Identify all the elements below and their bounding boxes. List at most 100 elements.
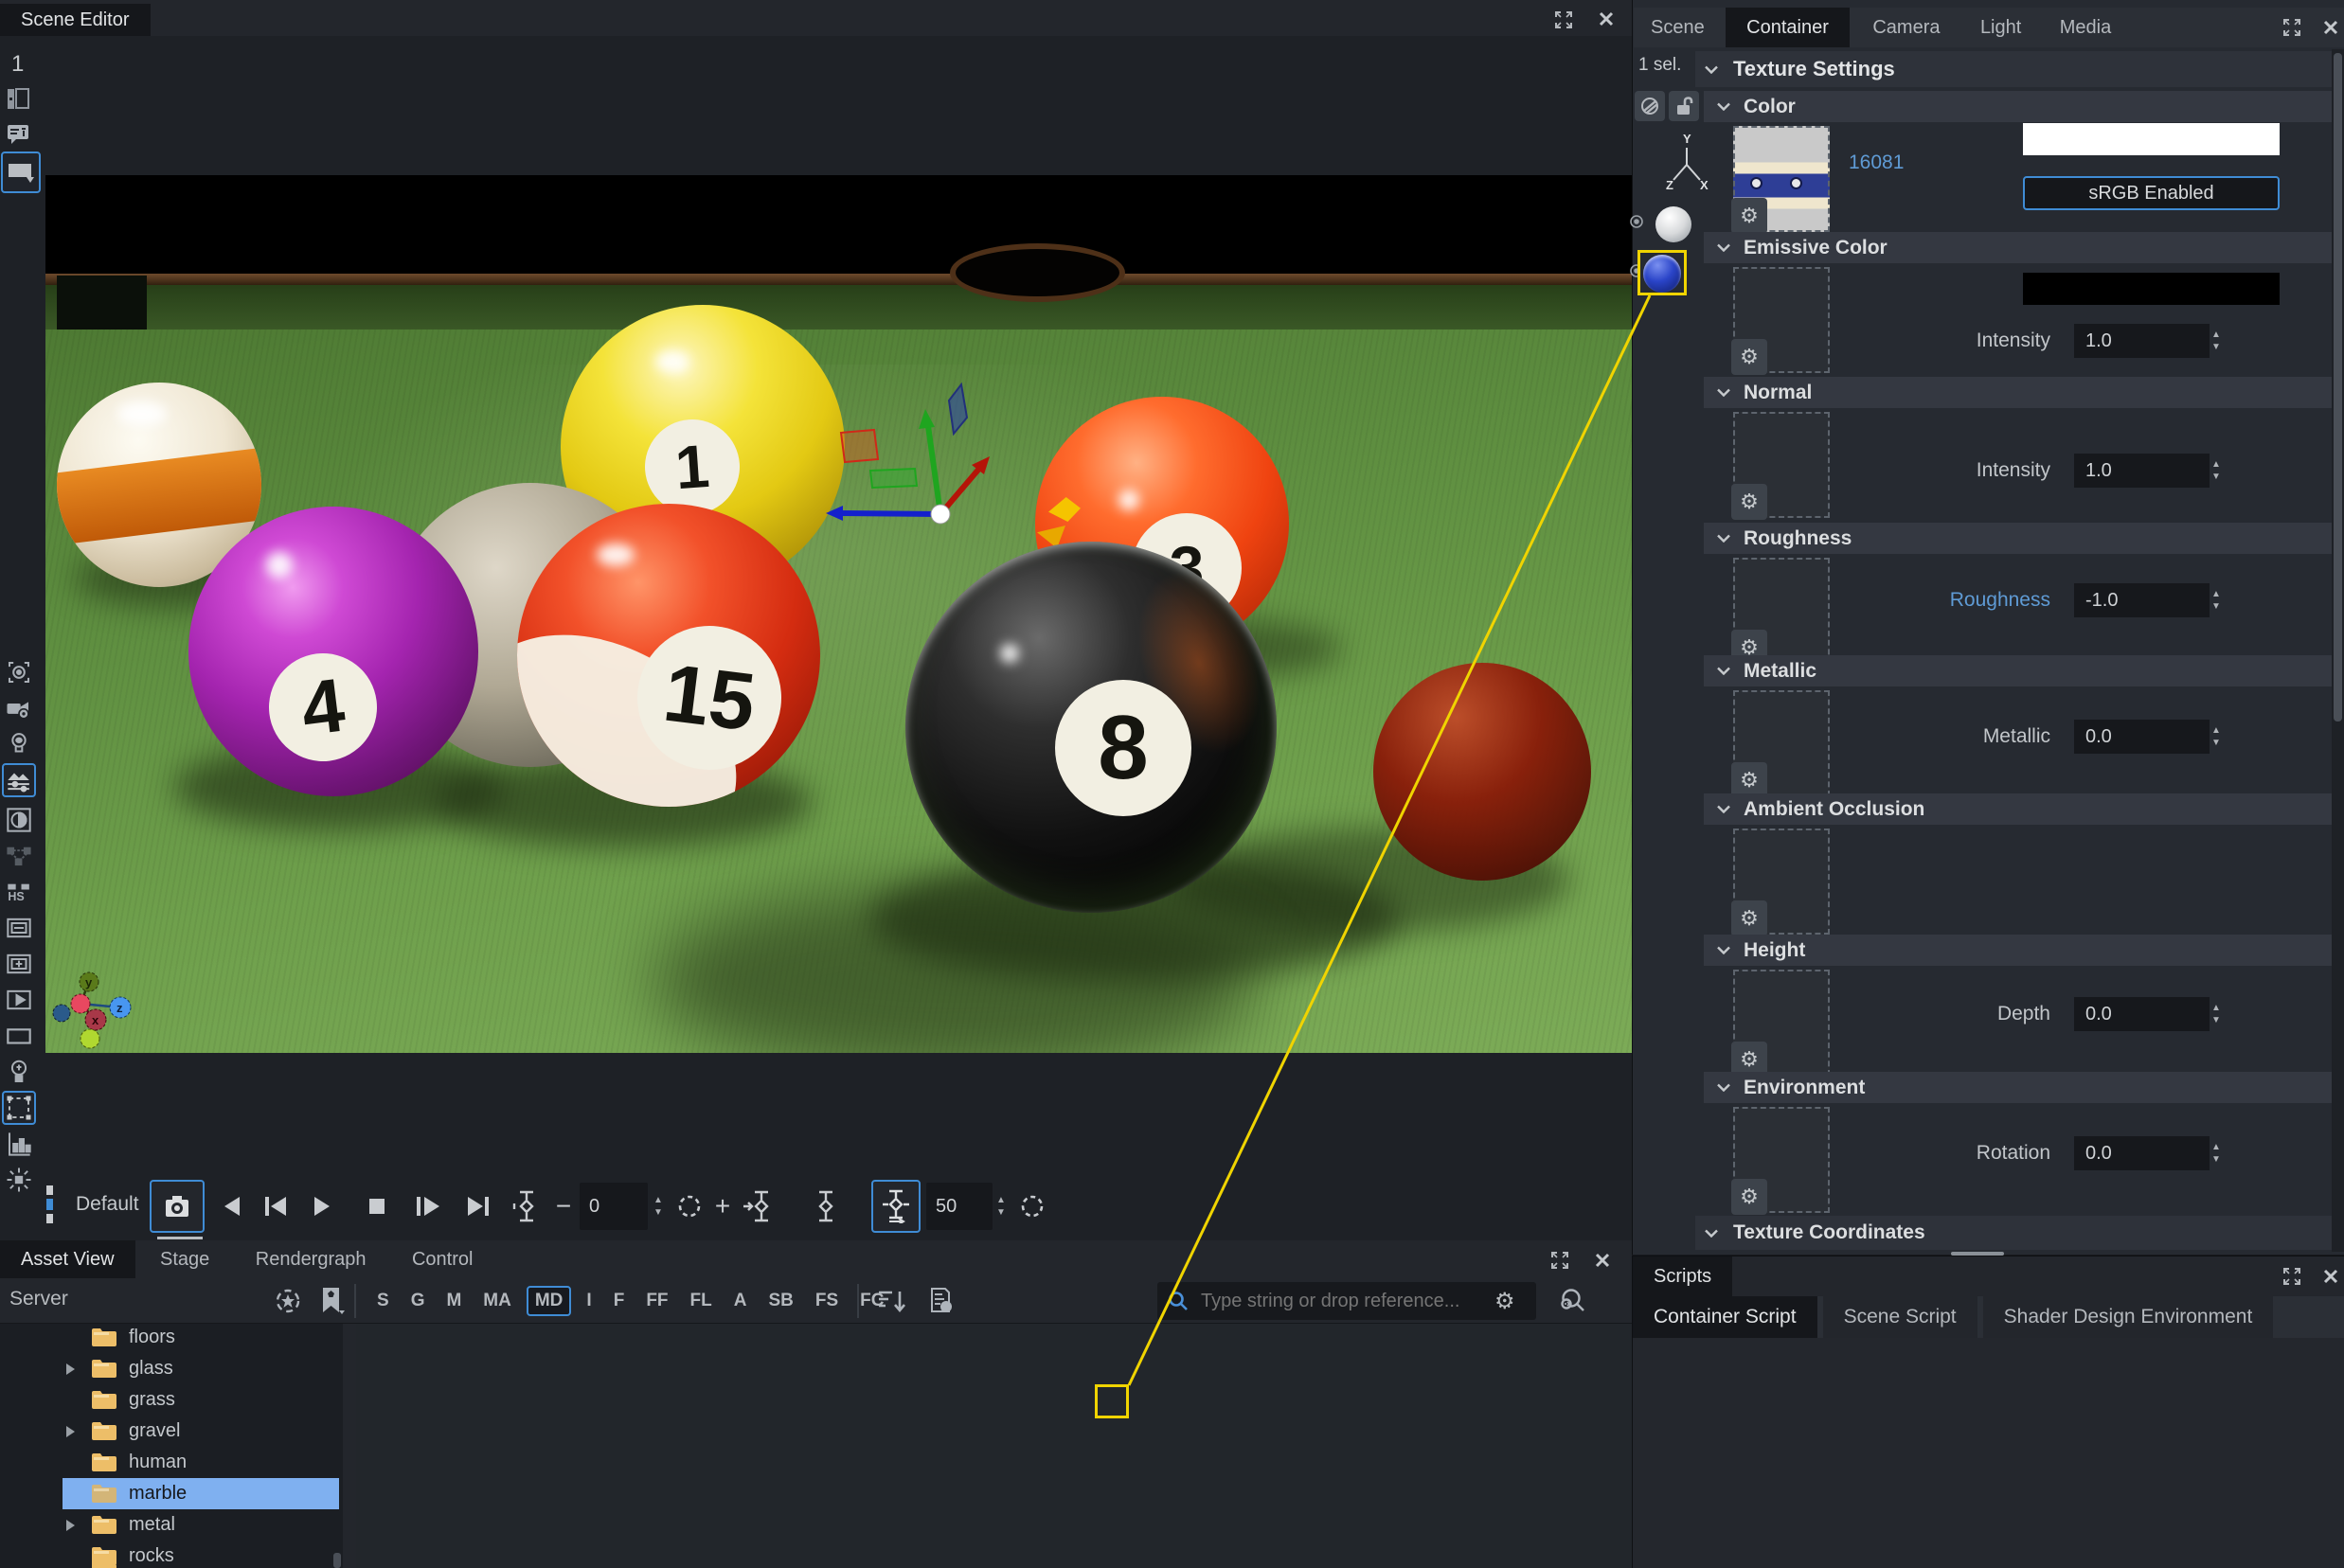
- texture-id-link[interactable]: 16081: [1849, 151, 1904, 174]
- section-emissive-color[interactable]: Emissive Color: [1704, 232, 2332, 263]
- search-settings-gear-icon[interactable]: ⚙: [1494, 1288, 1515, 1315]
- section-ambient-occlusion[interactable]: Ambient Occlusion: [1704, 793, 2332, 825]
- info-tooltip-icon[interactable]: [2, 117, 36, 151]
- filter-i[interactable]: I: [586, 1291, 591, 1311]
- filter-a[interactable]: A: [734, 1291, 747, 1311]
- tab-scene-script[interactable]: Scene Script: [1823, 1296, 1977, 1338]
- transform-gizmo[interactable]: [756, 355, 1040, 563]
- color-texture-gear-icon[interactable]: ⚙: [1731, 198, 1767, 234]
- play-backwards-button[interactable]: [210, 1185, 252, 1227]
- step-forward-button[interactable]: [405, 1185, 447, 1227]
- filter-g[interactable]: G: [411, 1291, 425, 1311]
- render-view[interactable]: 1 4 15 3: [45, 175, 1632, 1053]
- metallic-value-spinner[interactable]: ▲▼: [2211, 720, 2234, 754]
- record-snapshot-button[interactable]: [150, 1180, 205, 1233]
- section-color[interactable]: Color: [1704, 91, 2332, 122]
- tab-shader-design-environment[interactable]: Shader Design Environment: [1983, 1296, 2274, 1338]
- folder-row-floors[interactable]: floors: [0, 1324, 343, 1353]
- section-normal[interactable]: Normal: [1704, 377, 2332, 408]
- folder-row-rocks[interactable]: rocks: [0, 1541, 343, 1568]
- center-pivot-icon[interactable]: [2, 1163, 36, 1197]
- filter-fl[interactable]: FL: [690, 1291, 712, 1311]
- tab-camera[interactable]: Camera: [1853, 8, 1959, 47]
- filter-f[interactable]: F: [614, 1291, 625, 1311]
- sort-icon[interactable]: [876, 1288, 908, 1314]
- frame-icon[interactable]: [2, 1019, 36, 1053]
- stop-button[interactable]: [356, 1185, 398, 1227]
- lightbulb-icon[interactable]: [2, 1055, 36, 1089]
- layout-icon[interactable]: [2, 81, 36, 116]
- normal-intensity-field[interactable]: 1.0: [2074, 454, 2210, 488]
- bookmark-icon[interactable]: [318, 1286, 347, 1316]
- statistics-icon[interactable]: [2, 1127, 36, 1161]
- asset-info-icon[interactable]: i: [926, 1286, 955, 1316]
- scene-editor-expand-icon[interactable]: [1553, 9, 1574, 30]
- tab-container[interactable]: Container: [1726, 8, 1850, 47]
- inspector-close-icon[interactable]: [2321, 18, 2340, 37]
- filter-s[interactable]: S: [377, 1291, 389, 1311]
- emissive-intensity-field[interactable]: 1.0: [2074, 324, 2210, 358]
- folder-row-marble-selected[interactable]: marble: [63, 1478, 339, 1509]
- speed-spinner[interactable]: ▲▼: [996, 1185, 1006, 1227]
- auto-key-button[interactable]: [871, 1180, 921, 1233]
- tab-scripts[interactable]: Scripts: [1633, 1256, 1732, 1296]
- expand-arrow-icon[interactable]: [66, 1520, 75, 1531]
- scripts-editor-body[interactable]: [1633, 1338, 2344, 1568]
- frame-spinner[interactable]: ▲▼: [653, 1185, 663, 1227]
- asset-panel-close-icon[interactable]: [1593, 1251, 1612, 1270]
- speed-field[interactable]: 50: [926, 1183, 993, 1230]
- folder-row-human[interactable]: human: [0, 1447, 343, 1478]
- contrast-icon[interactable]: [2, 803, 36, 837]
- inspector-scrollbar-thumb[interactable]: [2334, 53, 2342, 722]
- tree-splitter[interactable]: [343, 1324, 356, 1568]
- emissive-intensity-spinner[interactable]: ▲▼: [2211, 324, 2234, 358]
- srgb-toggle-button[interactable]: sRGB Enabled: [2023, 176, 2280, 210]
- filter-m[interactable]: M: [446, 1291, 461, 1311]
- folder-row-gravel[interactable]: gravel: [0, 1416, 343, 1447]
- scripts-expand-icon[interactable]: [2281, 1266, 2302, 1287]
- keyframe-range-icon[interactable]: [508, 1185, 546, 1227]
- height-depth-spinner[interactable]: ▲▼: [2211, 997, 2234, 1031]
- folder-row-glass[interactable]: glass: [0, 1353, 343, 1384]
- lock-button[interactable]: [1669, 91, 1699, 121]
- expand-arrow-icon[interactable]: [66, 1426, 75, 1437]
- render-settings-icon[interactable]: [2, 763, 36, 797]
- next-keyframe-icon[interactable]: [737, 1185, 777, 1227]
- tab-stage[interactable]: Stage: [139, 1240, 230, 1278]
- axis-tripod-gizmo[interactable]: Y Z X: [1665, 133, 1709, 195]
- filter-ma[interactable]: MA: [483, 1291, 511, 1311]
- filter-md[interactable]: MD: [527, 1286, 572, 1316]
- panel-add-icon[interactable]: [2, 947, 36, 981]
- tab-asset-view[interactable]: Asset View: [0, 1240, 135, 1278]
- asset-panel-expand-icon[interactable]: [1549, 1250, 1570, 1271]
- tab-scene[interactable]: Scene: [1634, 8, 1722, 47]
- loop-icon-2[interactable]: [1013, 1185, 1051, 1227]
- tab-light[interactable]: Light: [1963, 8, 2038, 47]
- roughness-value-spinner[interactable]: ▲▼: [2211, 583, 2234, 617]
- section-texture-coordinates[interactable]: Texture Coordinates: [1695, 1216, 2332, 1250]
- frame-decrement-button[interactable]: −: [549, 1185, 578, 1227]
- section-metallic[interactable]: Metallic: [1704, 655, 2332, 686]
- scripts-close-icon[interactable]: [2321, 1267, 2340, 1286]
- color-swatch[interactable]: [2023, 123, 2280, 155]
- frame-increment-button[interactable]: +: [708, 1185, 737, 1227]
- environment-rotation-spinner[interactable]: ▲▼: [2211, 1136, 2234, 1170]
- normal-intensity-spinner[interactable]: ▲▼: [2211, 454, 2234, 488]
- refresh-favorites-icon[interactable]: [273, 1286, 303, 1316]
- selection-marquee-icon[interactable]: [2, 1091, 36, 1125]
- height-depth-field[interactable]: 0.0: [2074, 997, 2210, 1031]
- tree-scrollbar-thumb[interactable]: [333, 1553, 341, 1568]
- folder-row-metal[interactable]: metal: [0, 1509, 343, 1541]
- material-radio-1[interactable]: [1629, 214, 1644, 229]
- camera-focus-icon[interactable]: [2, 655, 36, 689]
- skip-to-start-button[interactable]: [254, 1185, 295, 1227]
- normal-texture-gear-icon[interactable]: ⚙: [1731, 484, 1767, 520]
- filter-fs[interactable]: FS: [815, 1291, 838, 1311]
- panel-play-icon[interactable]: [2, 983, 36, 1017]
- panel-header-icon[interactable]: [2, 911, 36, 945]
- inspector-scrollbar-track[interactable]: [2332, 49, 2344, 1252]
- inspector-expand-icon[interactable]: [2281, 17, 2302, 38]
- loop-icon[interactable]: [671, 1185, 708, 1227]
- expand-arrow-icon[interactable]: [66, 1363, 75, 1375]
- frame-number-field[interactable]: 0: [580, 1183, 648, 1230]
